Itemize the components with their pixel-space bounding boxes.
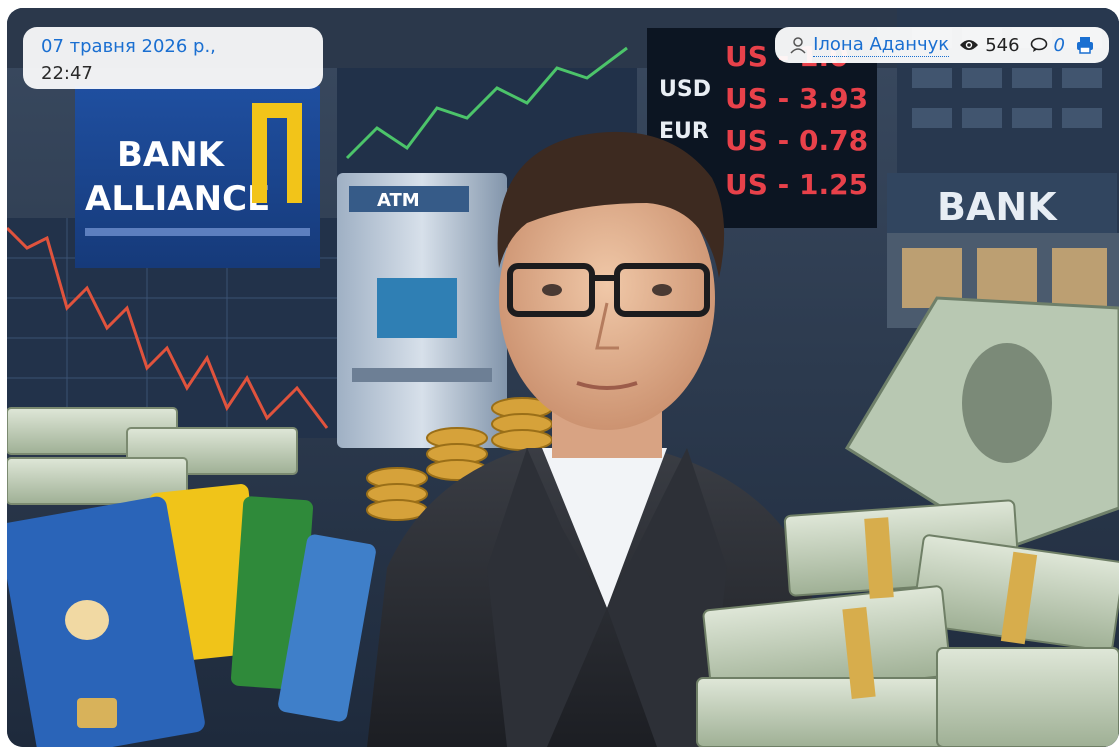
- comments-count[interactable]: 0: [1054, 35, 1065, 56]
- rate-row: US - 3.93: [725, 82, 868, 115]
- comment-icon: [1030, 37, 1048, 53]
- hero-illustration: BANK BANK ALLIANCE USD EUR US - 1.0 US -…: [7, 8, 1119, 747]
- author-link[interactable]: Ілона Аданчук: [813, 34, 950, 57]
- author[interactable]: Ілона Аданчук: [789, 34, 950, 57]
- article-hero-image: BANK BANK ALLIANCE USD EUR US - 1.0 US -…: [7, 8, 1119, 747]
- publish-date: 07 травня 2026 р.,: [41, 36, 216, 57]
- rate-row: US - 1.25: [725, 168, 868, 201]
- eye-icon: [959, 37, 979, 53]
- bank-sign: BANK: [937, 185, 1058, 229]
- atm-label: ATM: [377, 190, 420, 211]
- rate-label-usd: USD: [659, 77, 711, 102]
- publish-date-badge: 07 травня 2026 р., 22:47: [23, 27, 323, 89]
- views-count: 546: [985, 34, 1020, 56]
- bank-logo-line1: BANK: [117, 135, 226, 175]
- comments[interactable]: 0: [1030, 35, 1065, 56]
- views: 546: [959, 34, 1020, 56]
- article-meta-bar: Ілона Аданчук 546 0: [775, 27, 1109, 63]
- bank-logo-line2: ALLIANCE: [85, 179, 270, 219]
- print-icon[interactable]: [1075, 35, 1095, 55]
- rate-row: US - 0.78: [725, 124, 868, 157]
- rate-label-eur: EUR: [659, 119, 709, 144]
- publish-time: 22:47: [41, 63, 93, 84]
- user-icon: [789, 36, 807, 54]
